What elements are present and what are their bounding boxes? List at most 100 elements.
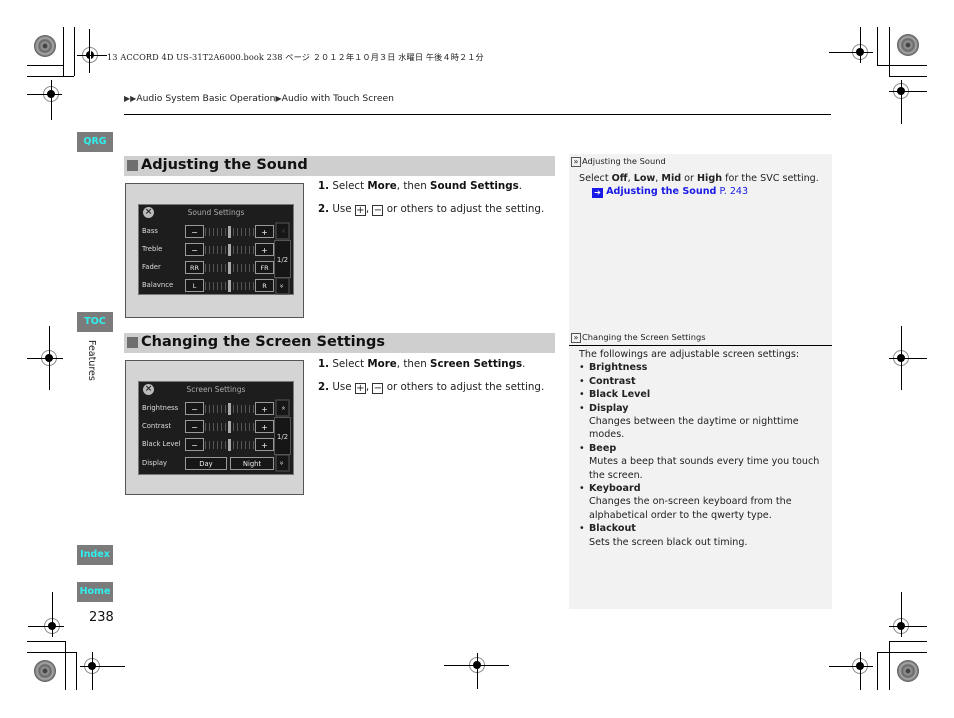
chapter-label: Features bbox=[86, 340, 97, 381]
decrease-button: − bbox=[185, 438, 204, 451]
right-button: R bbox=[255, 279, 274, 292]
home-tab[interactable]: Home bbox=[77, 582, 113, 602]
crop-line bbox=[63, 27, 64, 76]
section-title: Changing the Screen Settings bbox=[141, 334, 385, 350]
crop-line bbox=[877, 652, 878, 690]
link-title[interactable]: Adjusting the Sound bbox=[606, 186, 716, 197]
note-marker-icon: » bbox=[571, 333, 581, 343]
setting-label: Fader bbox=[142, 263, 161, 271]
crop-line bbox=[877, 27, 878, 66]
level-knob bbox=[228, 421, 231, 433]
step-text: Select bbox=[329, 180, 368, 192]
step-text: or others to adjust the setting. bbox=[383, 202, 545, 215]
page-indicator: 1/2 bbox=[274, 417, 291, 455]
crop-line bbox=[74, 27, 75, 76]
crop-line bbox=[889, 626, 927, 627]
plus-box-icon: + bbox=[354, 204, 366, 216]
crop-line bbox=[477, 653, 478, 689]
steps-screen-settings: 1. Select More, then Screen Settings. 2.… bbox=[318, 358, 544, 403]
item-name: Keyboard bbox=[589, 483, 641, 495]
level-knob bbox=[228, 280, 231, 292]
crop-line bbox=[889, 91, 927, 92]
level-bar bbox=[205, 280, 254, 292]
step-text: , then bbox=[396, 180, 431, 192]
crop-line bbox=[877, 65, 927, 66]
setting-label: Balavnce bbox=[142, 281, 174, 289]
level-knob bbox=[228, 244, 231, 256]
crop-line bbox=[860, 27, 861, 63]
increase-button: + bbox=[255, 225, 274, 238]
crop-line bbox=[28, 626, 64, 627]
item-name: Beep bbox=[589, 442, 617, 454]
qrg-tab[interactable]: QRG bbox=[77, 132, 113, 152]
note-text-part: Select bbox=[579, 173, 612, 184]
header-divider bbox=[124, 114, 831, 115]
option-low: Low bbox=[633, 173, 656, 184]
note-divider bbox=[569, 345, 832, 346]
bullet-icon: • bbox=[579, 523, 585, 535]
step-1: 1. Select More, then Screen Settings. bbox=[318, 358, 544, 381]
scroll-up-icon: » bbox=[275, 222, 290, 240]
option-high: High bbox=[697, 173, 723, 184]
sound-settings-screen: × Sound Settings Bass − + Treble − + Fad… bbox=[138, 204, 294, 295]
scroll-down-icon: » bbox=[275, 277, 290, 295]
step-number: 1. bbox=[318, 180, 330, 192]
front-button: FR bbox=[255, 261, 274, 274]
crop-line bbox=[27, 641, 66, 642]
step-number: 2. bbox=[318, 202, 330, 215]
index-tab[interactable]: Index bbox=[77, 545, 113, 565]
screen-title: Sound Settings bbox=[187, 208, 245, 217]
step-number: 1. bbox=[318, 358, 330, 370]
list-item: • Black Level bbox=[579, 388, 824, 401]
setting-row: Treble − + bbox=[142, 243, 274, 258]
crop-line bbox=[901, 326, 902, 390]
note-body-adjusting-sound: Select Off, Low, Mid or High for the SVC… bbox=[579, 172, 819, 199]
level-knob bbox=[228, 403, 231, 415]
list-item: • Beep Mutes a beep that sounds every time… bbox=[579, 442, 824, 482]
setting-row: Black Level − + bbox=[142, 438, 274, 453]
level-bar bbox=[205, 403, 254, 415]
color-disc-icon bbox=[897, 660, 919, 682]
left-button: L bbox=[185, 279, 204, 292]
scroll-down-icon: » bbox=[275, 454, 290, 472]
toc-tab[interactable]: TOC bbox=[77, 312, 113, 332]
setting-label: Black Level bbox=[142, 440, 181, 448]
crop-line bbox=[889, 358, 927, 359]
step-2: 2. Use +, − or others to adjust the sett… bbox=[318, 381, 544, 404]
list-item: • Display Changes between the daytime or n… bbox=[579, 402, 824, 442]
setting-row: Fader RR FR bbox=[142, 261, 274, 276]
note-heading-text: Changing the Screen Settings bbox=[582, 332, 706, 342]
step-2: 2. Use +, − or others to adjust the sett… bbox=[318, 203, 544, 226]
step-text: . bbox=[518, 180, 523, 192]
bullet-icon: • bbox=[579, 402, 585, 414]
breadcrumb-item[interactable]: Audio System Basic Operation bbox=[136, 93, 275, 104]
decrease-button: − bbox=[185, 243, 204, 256]
setting-label: Brightness bbox=[142, 404, 179, 412]
setting-row: Brightness − + bbox=[142, 402, 274, 417]
section-header-adjusting-sound: Adjusting the Sound bbox=[124, 156, 555, 176]
note-intro: The followings are adjustable screen set… bbox=[579, 349, 800, 360]
note-text: Select Off, Low, Mid or High for the SVC… bbox=[579, 172, 819, 185]
link-page[interactable]: P. 243 bbox=[716, 186, 748, 197]
cross-reference-link[interactable]: ➔ Adjusting the Sound P. 243 bbox=[579, 185, 819, 199]
breadcrumb: ▶▶Audio System Basic Operation▶Audio wit… bbox=[124, 93, 394, 104]
setting-row: Display Day Night bbox=[142, 457, 274, 472]
crop-line bbox=[52, 592, 53, 637]
crop-line bbox=[889, 76, 927, 77]
minus-box-icon: − bbox=[372, 204, 384, 216]
crop-line bbox=[77, 55, 107, 56]
breadcrumb-item[interactable]: Audio with Touch Screen bbox=[282, 93, 394, 104]
plus-box-icon: + bbox=[354, 382, 366, 394]
section-title: Adjusting the Sound bbox=[141, 157, 308, 173]
crop-line bbox=[89, 29, 90, 73]
step-1: 1. Select More, then Sound Settings. bbox=[318, 180, 544, 203]
decrease-button: − bbox=[185, 225, 204, 238]
bullet-icon: • bbox=[579, 389, 585, 401]
menu-term: Screen Settings bbox=[430, 358, 523, 370]
screen-settings-screenshot: × Screen Settings Brightness − + Contras… bbox=[125, 360, 304, 495]
setting-label: Contrast bbox=[142, 422, 172, 430]
note-heading-screen-settings: » Changing the Screen Settings bbox=[571, 332, 706, 343]
increase-button: + bbox=[255, 420, 274, 433]
section-square-icon bbox=[127, 160, 138, 171]
level-knob bbox=[228, 226, 231, 238]
